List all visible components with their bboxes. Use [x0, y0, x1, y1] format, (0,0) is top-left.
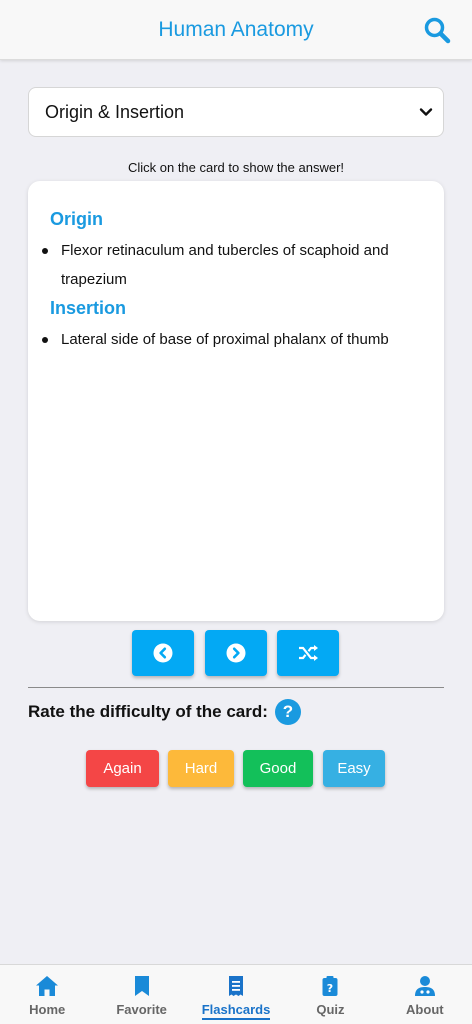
previous-card-button[interactable] [132, 630, 194, 676]
user-icon [414, 976, 435, 996]
rate-label: Rate the difficulty of the card: [28, 702, 268, 721]
rate-easy-button[interactable]: Easy [323, 750, 385, 787]
tab-favorite[interactable]: Favorite [94, 965, 188, 1024]
chevron-left-circle-icon [153, 643, 173, 663]
hint-text: Click on the card to show the answer! [127, 160, 345, 175]
rate-good-button[interactable]: Good [243, 750, 313, 787]
chevron-right-circle-icon [226, 643, 246, 663]
origin-item: Flexor retinaculum and tubercles of scap… [42, 236, 422, 294]
flashcards-icon [229, 976, 244, 996]
shuffle-icon [299, 645, 318, 661]
shuffle-button[interactable] [277, 630, 339, 676]
tab-flashcards[interactable]: Flashcards [189, 965, 283, 1024]
bottom-tab-bar: Home Favorite Flashcards ? Quiz About [0, 964, 472, 1024]
help-button[interactable]: ? [275, 699, 301, 725]
divider [28, 687, 444, 688]
origin-list: Flexor retinaculum and tubercles of scap… [42, 236, 422, 294]
tab-about-label: About [406, 1002, 444, 1017]
insertion-list: Lateral side of base of proximal phalanx… [42, 325, 422, 354]
app-header: Human Anatomy [0, 0, 472, 60]
tab-favorite-label: Favorite [116, 1002, 167, 1017]
next-card-button[interactable] [205, 630, 267, 676]
topic-select[interactable]: Origin & Insertion [28, 87, 444, 137]
chevron-down-icon [419, 108, 433, 116]
quiz-icon: ? [322, 976, 338, 996]
home-icon [36, 976, 59, 996]
tab-quiz[interactable]: ? Quiz [283, 965, 377, 1024]
origin-title: Origin [50, 209, 103, 229]
search-icon [424, 17, 451, 44]
insertion-item: Lateral side of base of proximal phalanx… [42, 325, 422, 354]
insertion-title: Insertion [50, 298, 127, 318]
topic-select-value: Origin & Insertion [45, 101, 185, 122]
bookmark-icon [134, 976, 149, 996]
tab-quiz-label: Quiz [316, 1002, 345, 1017]
tab-home-label: Home [29, 1002, 66, 1017]
flashcard[interactable]: Origin Flexor retinaculum and tubercles … [28, 181, 444, 621]
tab-home[interactable]: Home [0, 965, 94, 1024]
rate-again-button[interactable]: Again [86, 750, 159, 787]
tab-flashcards-label: Flashcards [201, 1002, 271, 1020]
tab-about[interactable]: About [378, 965, 472, 1024]
page-title: Human Anatomy [158, 17, 314, 41]
svg-text:?: ? [327, 982, 333, 995]
rate-hard-button[interactable]: Hard [168, 750, 234, 787]
search-button[interactable] [422, 15, 452, 45]
